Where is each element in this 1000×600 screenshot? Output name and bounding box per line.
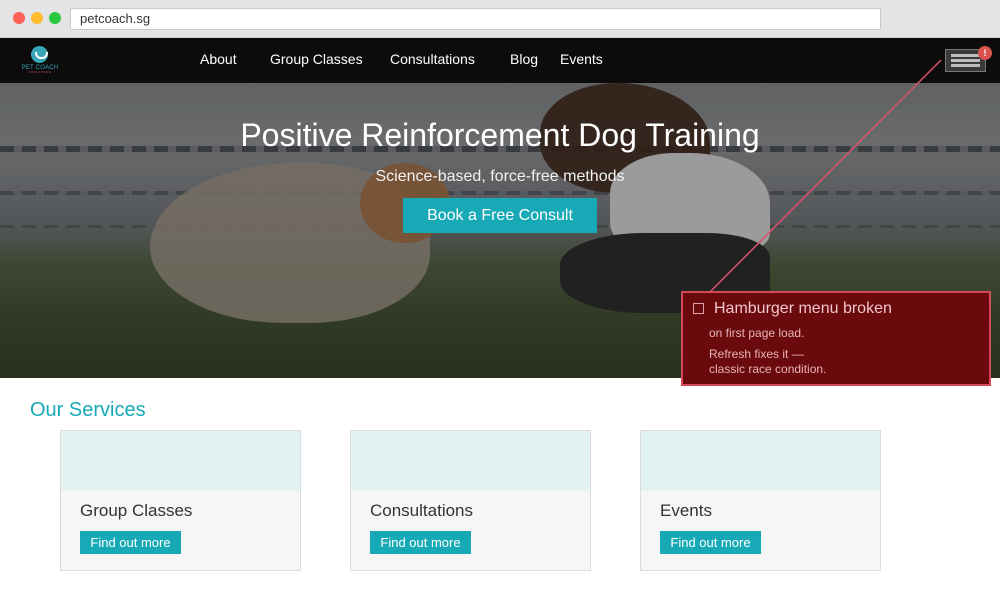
find-out-more-button[interactable]: Find out more xyxy=(370,531,471,554)
service-card-image xyxy=(641,431,880,491)
hero-title: Positive Reinforcement Dog Training xyxy=(240,117,760,153)
bug-note-card: Hamburger menu broken on first page load… xyxy=(681,291,991,386)
nav-link-about[interactable]: About xyxy=(200,50,237,68)
bug-note-line: on first page load. xyxy=(709,326,805,340)
hero-subtitle: Science-based, force-free methods xyxy=(375,168,625,185)
close-window-icon[interactable] xyxy=(13,12,25,24)
hamburger-bar xyxy=(951,59,980,62)
hamburger-bar xyxy=(951,64,980,67)
top-navigation: PET COACH SINGAPORE About Group Classes … xyxy=(0,38,1000,83)
service-card-title: Events xyxy=(660,501,712,520)
service-card-events: Events Find out more xyxy=(640,430,881,571)
service-card-title: Consultations xyxy=(370,501,474,520)
book-consult-button[interactable]: Book a Free Consult xyxy=(403,198,597,233)
service-card-image xyxy=(61,431,300,491)
bug-note-title: Hamburger menu broken xyxy=(714,300,892,317)
service-card-title: Group Classes xyxy=(80,501,193,520)
service-card-group-classes: Group Classes Find out more xyxy=(60,430,301,571)
find-out-more-button[interactable]: Find out more xyxy=(660,531,761,554)
service-card-consultations: Consultations Find out more xyxy=(350,430,591,571)
hamburger-bar xyxy=(951,54,980,57)
alert-badge: ! xyxy=(978,46,992,60)
maximize-window-icon[interactable] xyxy=(49,12,61,24)
bug-note-line: classic race condition. xyxy=(709,362,827,376)
address-bar[interactable]: petcoach.sg xyxy=(70,8,881,30)
nav-link-events[interactable]: Events xyxy=(560,50,603,68)
browser-chrome: petcoach.sg xyxy=(0,0,1000,38)
services-heading: Our Services xyxy=(30,399,146,421)
nav-link-blog[interactable]: Blog xyxy=(510,50,538,68)
dog-logo-icon xyxy=(31,46,48,63)
nav-link-consultations[interactable]: Consultations xyxy=(390,50,475,68)
find-out-more-button[interactable]: Find out more xyxy=(80,531,181,554)
bug-checkbox[interactable] xyxy=(693,303,704,314)
service-card-image xyxy=(351,431,590,491)
site-logo[interactable]: PET COACH SINGAPORE xyxy=(20,43,60,77)
nav-link-group-classes[interactable]: Group Classes xyxy=(270,50,363,68)
logo-subtext: SINGAPORE xyxy=(28,70,52,74)
minimize-window-icon[interactable] xyxy=(31,12,43,24)
bug-note-line: Refresh fixes it — xyxy=(709,347,804,361)
